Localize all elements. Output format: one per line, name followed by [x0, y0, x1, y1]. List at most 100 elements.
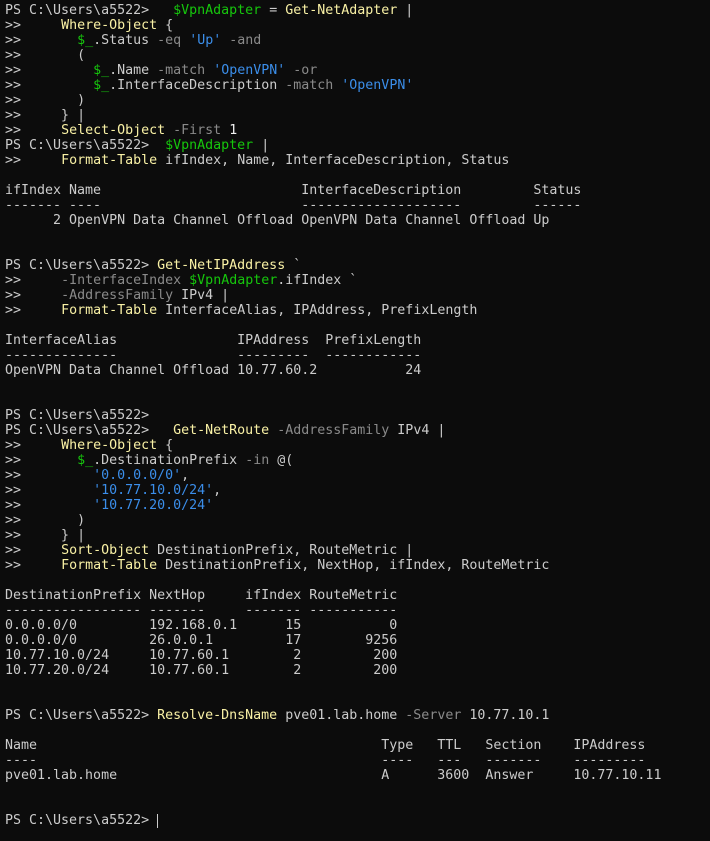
terminal-segment: Get-NetRoute: [173, 423, 270, 438]
terminal-segment: >>: [5, 63, 30, 78]
terminal-line: ------- ---- -------------------- ------: [5, 198, 710, 213]
terminal-segment: PS C:\Users\a5522>: [5, 708, 158, 723]
terminal-segment: [181, 273, 189, 288]
terminal-segment: $_: [93, 63, 110, 78]
terminal-line: >> $_.DestinationPrefix -in @(: [5, 453, 710, 468]
terminal-segment: InterfaceAlias IPAddress PrefixLength: [5, 333, 422, 348]
terminal-segment: $VpnAdapter: [173, 3, 262, 18]
terminal-segment: [157, 423, 173, 438]
terminal-line: >> -InterfaceIndex $VpnAdapter.ifIndex `: [5, 273, 710, 288]
terminal-segment: >>: [5, 558, 30, 573]
terminal-line: >> Format-Table DestinationPrefix, NextH…: [5, 558, 710, 573]
terminal-segment: -First: [173, 123, 222, 138]
terminal-line: Name Type TTL Section IPAddress: [5, 738, 710, 753]
terminal-segment: >>: [5, 498, 30, 513]
terminal-segment: Format-Table: [61, 153, 158, 168]
terminal-segment: .DestinationPrefix: [93, 453, 246, 468]
terminal-segment: [29, 468, 93, 483]
terminal-segment: Select-Object: [61, 123, 166, 138]
terminal-segment: ----------------- ------- ------- ------…: [5, 603, 398, 618]
terminal-segment: [29, 453, 77, 468]
terminal-segment: Resolve-DnsName: [157, 708, 278, 723]
terminal-segment: >>: [5, 303, 30, 318]
terminal-segment: 'Up': [189, 33, 222, 48]
terminal-line: >> } |: [5, 528, 710, 543]
terminal-line: >> Select-Object -First 1: [5, 123, 710, 138]
terminal-segment: |: [397, 3, 414, 18]
terminal-line: 0.0.0.0/0 192.168.0.1 15 0: [5, 618, 710, 633]
terminal-line: >> Where-Object {: [5, 18, 710, 33]
terminal-line: >> $_.Status -eq 'Up' -and: [5, 33, 710, 48]
terminal-line: PS C:\Users\a5522> Get-NetIPAddress `: [5, 258, 710, 273]
terminal-segment: ,: [213, 483, 222, 498]
terminal-segment: 0.0.0.0/0 192.168.0.1 15 0: [5, 618, 398, 633]
terminal-segment: -------------- --------- ------------: [5, 348, 422, 363]
terminal-segment: Name Type TTL Section IPAddress: [5, 738, 646, 753]
terminal-line: >> } |: [5, 108, 710, 123]
terminal-segment: |: [253, 138, 270, 153]
terminal-line: PS C:\Users\a5522> $VpnAdapter = Get-Net…: [5, 3, 710, 18]
terminal-segment: 'OpenVPN': [213, 63, 286, 78]
terminal-segment: } |: [29, 528, 86, 543]
terminal-line: >> ): [5, 513, 710, 528]
terminal-line: >> $_.InterfaceDescription -match 'OpenV…: [5, 78, 710, 93]
terminal-segment: DestinationPrefix, RouteMetric |: [149, 543, 414, 558]
terminal-line: >> '10.77.20.0/24': [5, 498, 710, 513]
terminal-output[interactable]: PS C:\Users\a5522> $VpnAdapter = Get-Net…: [0, 0, 710, 841]
terminal-segment: >>: [5, 483, 30, 498]
terminal-segment: InterfaceAlias, IPAddress, PrefixLength: [157, 303, 478, 318]
terminal-line: ----------------- ------- ------- ------…: [5, 603, 710, 618]
terminal-segment: `: [285, 258, 302, 273]
terminal-segment: 10.77.20.0/24 10.77.60.1 2 200: [5, 663, 398, 678]
terminal-segment: Get-NetIPAddress: [157, 258, 286, 273]
terminal-segment: [29, 303, 61, 318]
terminal-segment: 10.77.10.1: [461, 708, 550, 723]
terminal-line: ifIndex Name InterfaceDescription Status: [5, 183, 710, 198]
terminal-segment: PS C:\Users\a5522>: [5, 3, 158, 18]
terminal-segment: -match: [285, 78, 334, 93]
terminal-segment: $_: [77, 33, 94, 48]
terminal-segment: DestinationPrefix, NextHop, ifIndex, Rou…: [157, 558, 550, 573]
terminal-segment: pve01.lab.home A 3600 Answer 10.77.10.11: [5, 768, 662, 783]
terminal-segment: [157, 138, 165, 153]
terminal-segment: [29, 273, 61, 288]
terminal-line: -------------- --------- ------------: [5, 348, 710, 363]
terminal-segment: $_: [77, 453, 94, 468]
terminal-segment: [29, 33, 77, 48]
terminal-segment: -in: [245, 453, 270, 468]
terminal-line: >> $_.Name -match 'OpenVPN' -or: [5, 63, 710, 78]
terminal-segment: >>: [5, 48, 30, 63]
terminal-segment: [157, 3, 173, 18]
terminal-segment: @(: [269, 453, 294, 468]
terminal-segment: -Server: [405, 708, 462, 723]
terminal-line: 0.0.0.0/0 26.0.0.1 17 9256: [5, 633, 710, 648]
terminal-segment: -and: [229, 33, 262, 48]
terminal-segment: Sort-Object: [61, 543, 150, 558]
terminal-line: >> (: [5, 48, 710, 63]
terminal-line: InterfaceAlias IPAddress PrefixLength: [5, 333, 710, 348]
terminal-segment: >>: [5, 288, 30, 303]
terminal-segment: >>: [5, 33, 30, 48]
terminal-line: PS C:\Users\a5522> Resolve-DnsName pve01…: [5, 708, 710, 723]
text-cursor[interactable]: [157, 813, 159, 828]
terminal-segment: 2 OpenVPN Data Channel Offload OpenVPN D…: [5, 213, 550, 228]
terminal-segment: (: [29, 48, 86, 63]
terminal-segment: >>: [5, 513, 30, 528]
terminal-segment: {: [157, 438, 174, 453]
terminal-segment: >>: [5, 18, 30, 33]
terminal-line: DestinationPrefix NextHop ifIndex RouteM…: [5, 588, 710, 603]
terminal-line: >> Format-Table InterfaceAlias, IPAddres…: [5, 303, 710, 318]
terminal-segment: Where-Object: [61, 18, 158, 33]
terminal-segment: ,: [181, 468, 190, 483]
terminal-segment: 'OpenVPN': [341, 78, 414, 93]
terminal-line: 10.77.20.0/24 10.77.60.1 2 200: [5, 663, 710, 678]
terminal-segment: IPv4 |: [389, 423, 446, 438]
terminal-line: OpenVPN Data Channel Offload 10.77.60.2 …: [5, 363, 710, 378]
terminal-segment: -AddressFamily: [61, 288, 174, 303]
terminal-line: 10.77.10.0/24 10.77.60.1 2 200: [5, 648, 710, 663]
terminal-segment: [29, 153, 61, 168]
